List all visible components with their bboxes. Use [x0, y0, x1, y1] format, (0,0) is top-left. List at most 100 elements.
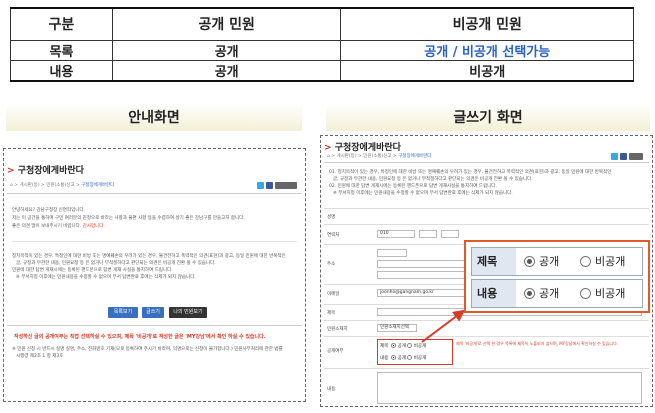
phone-middle-input[interactable]: [419, 230, 437, 238]
table-row: 내용 공개 비공개: [10, 59, 634, 82]
radio-selected-icon[interactable]: [524, 256, 535, 267]
subject-label: 제목: [327, 311, 336, 316]
my-complaints-button[interactable]: 나의 민원보기: [169, 307, 207, 318]
notice-2: 02. 민원에 대한 답변 게재시에는 등록된 핸드폰으로 답변 게재사실을 통…: [329, 184, 497, 189]
public-radio[interactable]: [391, 343, 397, 348]
notice-2: 민원에 대한 답변 게재시에는 등록된 핸드폰으로 답변 게재 사실을 통지하여…: [12, 268, 173, 273]
page-title: 구청장에게바란다: [7, 163, 84, 176]
intro-text: 저는 이 공간을 통하여 구민 여러분의 진정으로 바라는 사항과 불편 사항 …: [12, 215, 297, 222]
thanks-text: 감사합니다.: [82, 224, 105, 229]
table-cell: 내용: [10, 59, 113, 82]
address-input[interactable]: [377, 260, 465, 268]
divider: [324, 224, 649, 225]
zipcode-input[interactable]: [377, 249, 407, 257]
list-button[interactable]: 목록보기: [108, 307, 138, 318]
notice-1: 01. 정치목적이 있는 경우, 특정인에 대한 비방 또는 명예훼손의 우려가…: [329, 170, 612, 175]
breadcrumb-path: > 게시판(등) > 민원(소통)신고 >: [331, 154, 397, 159]
intro-sub: 좋은 의견 많이 보내주시기 바랍니다.: [12, 224, 82, 229]
visibility-label: 공개여부: [327, 349, 344, 354]
public-option[interactable]: 공개: [524, 254, 559, 269]
table-cell: 공개: [111, 59, 342, 82]
header-private: 비공개 민원: [340, 7, 634, 41]
divider: [324, 320, 649, 321]
option-label: 비공개: [413, 356, 427, 361]
phone-label: 연락처: [327, 233, 340, 238]
breadcrumb-current[interactable]: 구청장에게바란다: [398, 154, 431, 159]
divider: [7, 193, 302, 194]
intro-main: 저는 이 공간을 통하여 구민 여러분의 진정으로 바라는 사항과 불편 사항 …: [12, 216, 245, 221]
twitter-icon[interactable]: [611, 153, 618, 160]
table-header-row: 구분 공개 민원 비공개 민원: [10, 7, 634, 41]
notice-1: 정치목적이 있는 경우, 특정인에 대한 비방 또는 명예훼손의 우려가 있는 …: [12, 254, 286, 259]
row-label: 내용: [472, 280, 516, 307]
home-icon[interactable]: ⌂: [10, 183, 13, 188]
header-public: 공개 민원: [111, 7, 342, 41]
row-label: 제목: [472, 248, 516, 275]
option-label: 공개: [397, 344, 406, 349]
table-cell: 목록: [10, 39, 113, 61]
footer-note: ※ 민원 신청 시 반드시 실명 실명, 주소, 전화번호 기재(모로 등록하여…: [12, 347, 283, 352]
breadcrumb-path: > 게시판(등) > 민원(소통)신고 >: [14, 183, 80, 188]
table-cell: 공개: [111, 39, 342, 61]
divider: [7, 325, 302, 326]
callout-arrow-icon: [421, 309, 466, 343]
private-option[interactable]: 비공개: [580, 286, 625, 301]
twitter-icon[interactable]: [257, 182, 264, 189]
table-cell: 공개 / 비공개 선택가능: [340, 39, 634, 61]
print-icon[interactable]: [275, 182, 297, 189]
divider: [324, 336, 649, 337]
breadcrumb: ⌂ > 게시판(등) > 민원(소통)신고 > 구청장에게바란다: [10, 182, 114, 188]
private-radio[interactable]: [407, 355, 413, 360]
divider: [324, 162, 649, 163]
phone-prefix-select[interactable]: 010: [377, 230, 415, 238]
location-select[interactable]: 민원소재지선택: [377, 324, 417, 332]
phone-last-input[interactable]: [441, 230, 459, 238]
public-radio[interactable]: [391, 355, 397, 360]
home-icon[interactable]: ⌂: [327, 154, 330, 159]
private-option[interactable]: 비공개: [580, 254, 625, 269]
facebook-icon[interactable]: [266, 182, 273, 189]
caption-write-screen: 글쓰기 화면: [453, 110, 523, 126]
radio-unselected-icon[interactable]: [580, 256, 591, 267]
guide-screen: 구청장에게바란다 ⌂ > 게시판(등) > 민원(소통)신고 > 구청장에게바란…: [3, 148, 306, 402]
option-label: 비공개: [595, 287, 626, 300]
greeting-text: 안녕하세요? 강남구청장 신연희입니다.: [12, 208, 85, 213]
option-label: 공개: [539, 287, 560, 300]
print-icon[interactable]: [629, 153, 643, 160]
facebook-icon[interactable]: [620, 153, 627, 160]
private-radio[interactable]: [407, 343, 413, 348]
divider: [324, 368, 649, 369]
content-label: 내용: [327, 387, 336, 392]
write-button[interactable]: 글쓰기: [142, 307, 164, 318]
public-option-warning: 작성하신 글의 공개여부는 직접 선택하실 수 있으며, 제목 '비공개'로 작…: [14, 334, 266, 340]
notice-3: ※ 부서지정 이후에는 민원내용을 수정할 수 없으며 부서 답변완료 후에는 …: [333, 191, 513, 196]
public-option[interactable]: 공개: [524, 286, 559, 301]
option-label: 비공개: [595, 255, 626, 268]
breadcrumb-current[interactable]: 구청장에게바란다: [81, 183, 114, 188]
row-label: 내용: [380, 356, 389, 361]
visibility-zoom-panel: 제목 공개 비공개 내용 공개 비공개: [464, 240, 650, 313]
subject-visibility-row: 제목 공개 비공개: [471, 247, 643, 276]
visibility-red-note: 제목 '비공개'로 선택 한 경우 목록에 제목이 노출되지 않으며, MY강남…: [456, 341, 619, 346]
address-detail-input[interactable]: [377, 271, 465, 279]
notice-3: ※ 부서지정 이후에는 민원내용을 수정할 수 없으며 부서 답변완료 후에는 …: [16, 275, 196, 280]
divider: [324, 208, 649, 209]
comparison-table: 구분 공개 민원 비공개 민원 목록 공개 공개 / 비공개 선택가능 내용 공…: [10, 7, 634, 82]
option-label: 공개: [539, 255, 560, 268]
name-label: 성명: [327, 215, 336, 220]
header-category: 구분: [10, 7, 113, 41]
option-label: 공개: [397, 356, 406, 361]
content-visibility-row: 내용 공개 비공개: [380, 355, 426, 361]
notice-1b: 글, 규정과 무관한 내용, 민원요청 등 은 없거나 부적절하다고 판단되는 …: [16, 261, 216, 266]
intro-text-2: 좋은 의견 많이 보내주시기 바랍니다. 감사합니다.: [12, 223, 297, 230]
social-share: [611, 153, 643, 160]
row-label: 제목: [380, 344, 389, 349]
location-label: 민원소재지: [327, 327, 348, 332]
email-input[interactable]: joonho@gangnam.go.kr: [377, 289, 465, 297]
caption-guide-screen: 안내화면: [128, 110, 180, 126]
radio-selected-icon[interactable]: [524, 288, 535, 299]
table-cell: 비공개: [340, 59, 634, 82]
page-title: 구청장에게바란다: [324, 140, 401, 153]
content-textarea[interactable]: [377, 372, 642, 404]
radio-unselected-icon[interactable]: [580, 288, 591, 299]
